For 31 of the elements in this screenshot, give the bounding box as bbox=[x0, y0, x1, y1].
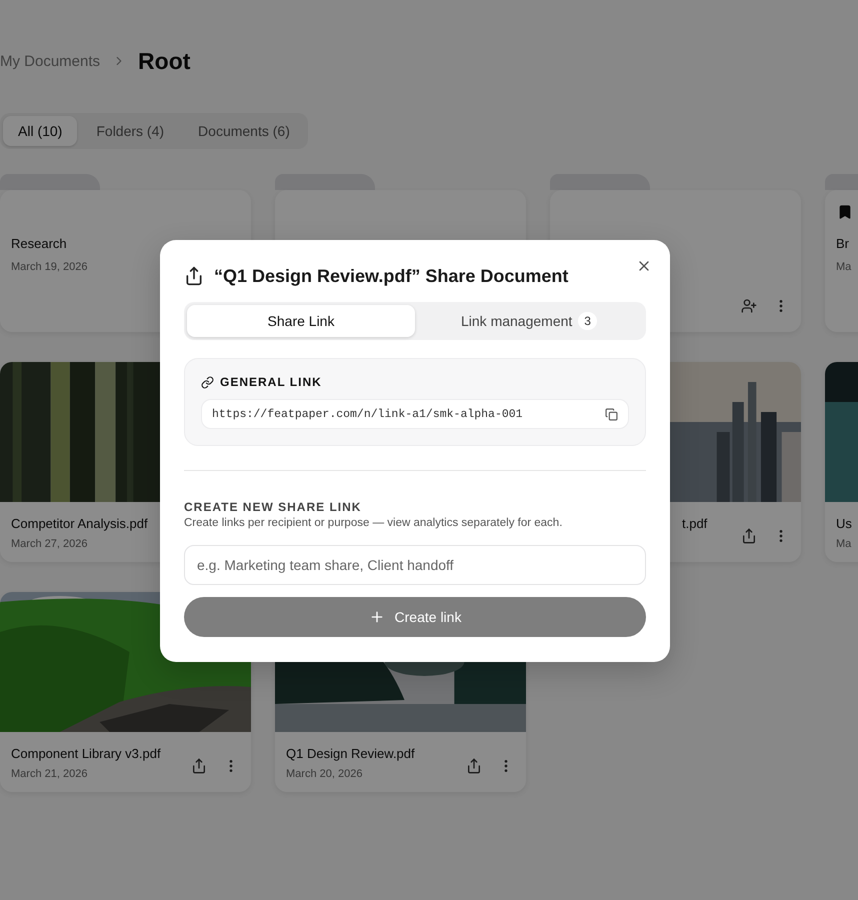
tab[interactable]: Link management 3 bbox=[415, 305, 643, 337]
card-date: Ma bbox=[836, 538, 852, 550]
filter-tab[interactable]: Documents (6) bbox=[183, 116, 305, 146]
card-title: t.pdf bbox=[681, 516, 708, 531]
card-title: Research bbox=[11, 236, 67, 251]
file-card[interactable]: Us Ma bbox=[825, 362, 858, 562]
share-icon bbox=[184, 266, 204, 286]
card-date: March 19, 2026 bbox=[11, 261, 88, 273]
copy-icon[interactable] bbox=[605, 408, 618, 420]
card-title: Br bbox=[836, 236, 849, 251]
card-date: March 20, 2026 bbox=[286, 768, 362, 780]
link-icon bbox=[201, 376, 214, 388]
card-date: Ma bbox=[836, 261, 852, 273]
add-user-icon[interactable] bbox=[741, 298, 757, 314]
card-title: Us bbox=[836, 516, 852, 531]
tab[interactable]: Share Link bbox=[187, 305, 415, 337]
filter-tab[interactable]: All (10) bbox=[3, 116, 78, 146]
share-icon[interactable] bbox=[191, 758, 207, 774]
plus-icon bbox=[368, 609, 385, 625]
page-title: Root bbox=[138, 48, 190, 74]
card-date: March 27, 2026 bbox=[11, 538, 88, 550]
card-title: Competitor Analysis.pdf bbox=[11, 516, 148, 531]
share-icon[interactable] bbox=[741, 528, 757, 544]
count-badge: 3 bbox=[578, 312, 597, 330]
card-title: Component Library v3.pdf bbox=[11, 746, 161, 761]
card-title: Q1 Design Review.pdf bbox=[286, 746, 415, 761]
url-field[interactable]: https://featpaper.com/n/link-a1/smk-alpha-001 bbox=[201, 399, 629, 429]
share-icon[interactable] bbox=[466, 758, 482, 774]
filter-tab[interactable]: Folders (4) bbox=[81, 116, 180, 146]
folder-card[interactable]: Br Ma bbox=[825, 190, 858, 332]
card-date: March 21, 2026 bbox=[11, 768, 88, 780]
